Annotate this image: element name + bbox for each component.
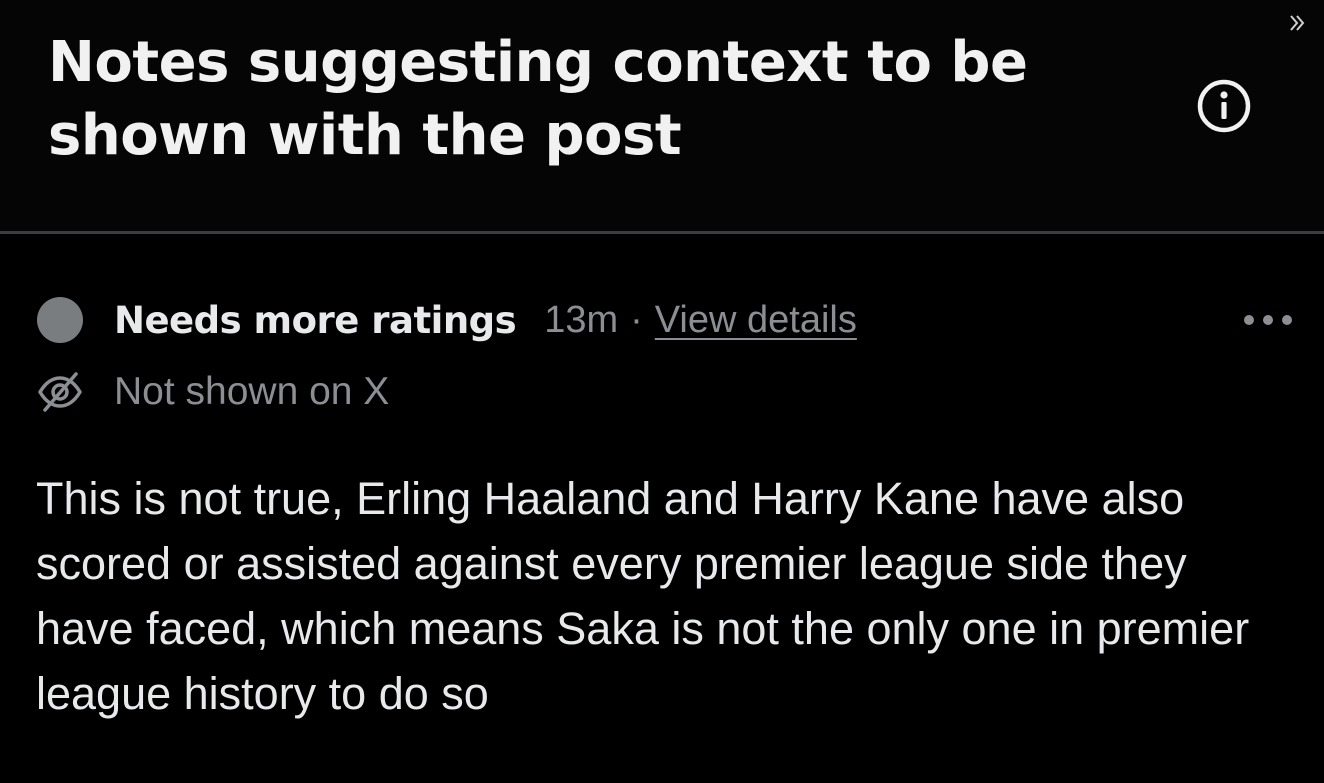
note-meta-row: Needs more ratings 13m · View details xyxy=(114,290,857,350)
community-note: Needs more ratings 13m · View details No… xyxy=(0,234,1324,783)
view-details-link[interactable]: View details xyxy=(655,299,857,342)
visibility-label: Not shown on X xyxy=(114,370,390,413)
note-timestamp: 13m xyxy=(544,298,619,341)
notes-header: Notes suggesting context to be shown wit… xyxy=(0,0,1324,232)
status-indicator xyxy=(37,297,83,343)
more-horizontal-icon[interactable] xyxy=(1240,308,1296,332)
meta-separator: · xyxy=(630,298,643,341)
status-label: Needs more ratings xyxy=(114,298,517,342)
eye-off-icon xyxy=(38,372,82,412)
info-circle-icon[interactable] xyxy=(1196,78,1252,134)
double-chevron-right-icon[interactable] xyxy=(1286,12,1308,34)
note-body: This is not true, Erling Haaland and Har… xyxy=(36,473,1250,719)
page-title: Notes suggesting context to be shown wit… xyxy=(48,30,1028,168)
